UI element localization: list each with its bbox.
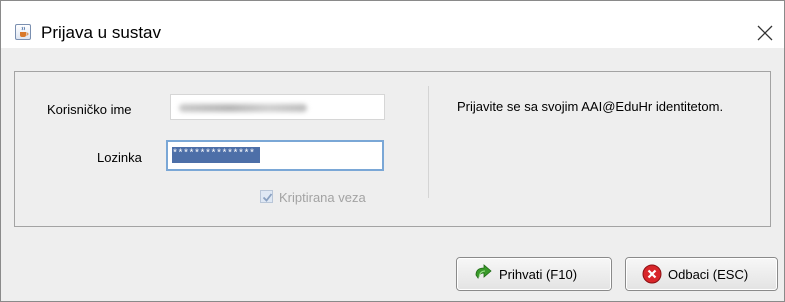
window-title: Prijava u sustav — [41, 23, 161, 42]
login-panel: Korisničko ime Lozinka *************** K… — [14, 71, 771, 227]
accept-button[interactable]: Prihvati (F10) — [456, 257, 612, 291]
username-field[interactable] — [170, 94, 385, 120]
cancel-button[interactable]: Odbaci (ESC) — [625, 257, 778, 291]
username-label: Korisničko ime — [47, 102, 132, 117]
password-value: *************** — [172, 147, 260, 163]
encrypted-label: Kriptirana veza — [279, 190, 366, 205]
encrypted-checkbox[interactable] — [260, 190, 273, 203]
java-cup-icon — [15, 24, 31, 40]
vertical-divider — [428, 86, 429, 198]
cancel-button-label: Odbaci (ESC) — [668, 267, 749, 282]
accept-button-label: Prihvati (F10) — [499, 267, 578, 282]
password-field[interactable]: *************** — [166, 140, 384, 171]
redacted-username — [179, 104, 307, 112]
close-icon[interactable] — [753, 21, 777, 45]
login-dialog: Prijava u sustav Korisničko ime Lozinka … — [0, 0, 785, 302]
password-label: Lozinka — [97, 150, 142, 165]
title-bar: Prijava u sustav — [1, 1, 784, 48]
green-arrow-icon — [473, 264, 493, 284]
info-text: Prijavite se sa svojim AAI@EduHr identit… — [457, 99, 724, 114]
red-x-icon — [642, 264, 662, 284]
